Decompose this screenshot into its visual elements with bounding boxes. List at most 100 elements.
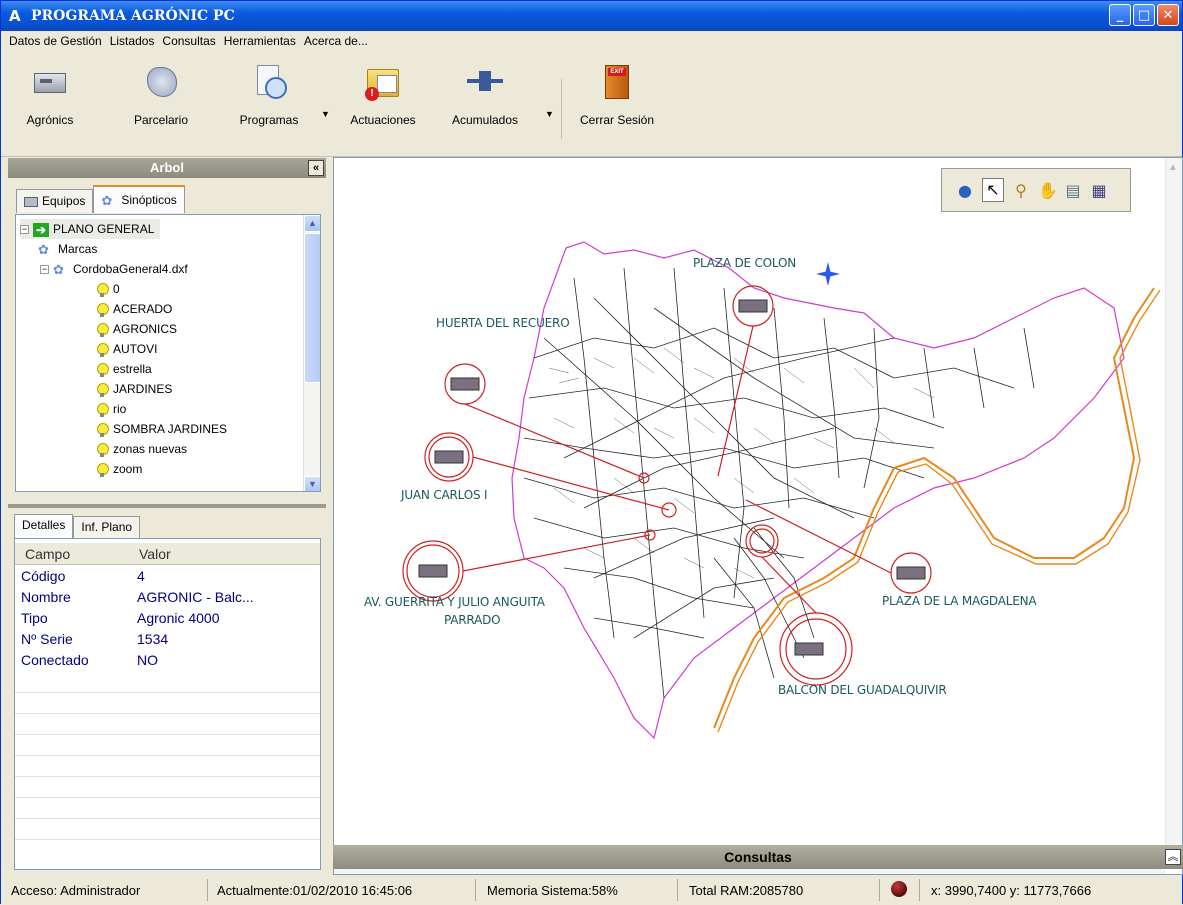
map-label-parrado: PARRADO — [444, 613, 501, 627]
consultas-bar[interactable]: Consultas ︽ — [333, 845, 1183, 869]
grid-row[interactable]: Nombre AGRONIC - Balc... — [15, 587, 320, 608]
layer-label: AGRONICS — [113, 322, 178, 336]
tree-layer[interactable]: estrella — [96, 359, 152, 379]
tree-node-plano-general[interactable]: − ➔ PLANO GENERAL — [20, 219, 161, 239]
acumulados-dropdown-icon[interactable]: ▼ — [545, 109, 554, 119]
status-acceso: Acceso: Administrador — [11, 883, 141, 898]
bulb-icon — [96, 342, 109, 357]
tree-node-label: CordobaGeneral4.dxf — [73, 262, 188, 276]
clock-document-icon — [251, 65, 287, 101]
layer-label: SOMBRA JARDINES — [113, 422, 228, 436]
tree-tabs: Equipos ✿ Sinópticos — [16, 185, 185, 213]
status-divider — [207, 879, 208, 901]
bulb-icon — [96, 422, 109, 437]
zoom-icon[interactable]: ⚲ — [1012, 181, 1030, 200]
scroll-thumb[interactable] — [304, 233, 320, 383]
details-tabs: Detalles Inf. Plano — [14, 514, 141, 538]
compass-rose-icon — [816, 262, 840, 286]
acumulados-button[interactable]: Acumulados — [443, 65, 527, 145]
close-button[interactable]: ✕ — [1157, 4, 1179, 26]
tree-layer[interactable]: zoom — [96, 459, 142, 479]
panel-splitter[interactable] — [8, 504, 326, 508]
grid-row[interactable]: Código 4 — [15, 566, 320, 587]
grid-campo: Nombre — [21, 589, 71, 605]
menu-herramientas[interactable]: Herramientas — [220, 34, 300, 48]
map-label-juan-carlos: JUAN CARLOS I — [401, 488, 488, 502]
acumulados-label: Acumulados — [451, 113, 519, 127]
map-viewer[interactable]: PLAZA DE COLON HUERTA DEL RECUERO JUAN C… — [333, 157, 1183, 875]
menu-consultas[interactable]: Consultas — [158, 34, 219, 48]
tree-layer[interactable]: AUTOVI — [96, 339, 157, 359]
tree-layer[interactable]: zonas nuevas — [96, 439, 187, 459]
tree-layer[interactable]: rio — [96, 399, 126, 419]
programas-dropdown-icon[interactable]: ▼ — [321, 109, 330, 119]
tree-node-label: Marcas — [58, 242, 98, 256]
grid-line — [15, 734, 320, 735]
tree-layer[interactable]: 0 — [96, 279, 120, 299]
layer-label: ACERADO — [113, 302, 173, 316]
scroll-down-icon[interactable]: ▼ — [304, 476, 320, 491]
details-grid: Campo Valor Código 4 Nombre AGRONIC - Balc… — [14, 538, 321, 870]
grid-campo: Tipo — [21, 610, 48, 626]
tab-equipos[interactable]: Equipos — [16, 189, 94, 213]
expand-consultas-button[interactable]: ︽ — [1165, 849, 1181, 865]
grid-valor: NO — [137, 652, 158, 668]
tree-scrollbar[interactable]: ▲ ▼ — [303, 215, 320, 491]
parcelario-button[interactable]: Parcelario — [125, 65, 197, 145]
scroll-up-icon[interactable]: ▲ — [1168, 162, 1178, 173]
tab-sinopticos[interactable]: ✿ Sinópticos — [93, 185, 185, 213]
grid-row[interactable]: Tipo Agronic 4000 — [15, 608, 320, 629]
tree-view[interactable]: − ➔ PLANO GENERAL ✿ Marcas − ✿ CordobaGeneral… — [15, 214, 321, 492]
tree-layer[interactable]: JARDINES — [96, 379, 172, 399]
agronics-label: Agrónics — [26, 113, 74, 127]
map-vscrollbar[interactable]: ▲ ▼ — [1165, 158, 1182, 858]
layer-label: AUTOVI — [113, 342, 158, 356]
grid-valor: 1534 — [137, 631, 169, 647]
tree-node-file[interactable]: − ✿ CordobaGeneral4.dxf — [40, 259, 188, 279]
programas-button[interactable]: Programas — [229, 65, 309, 145]
scroll-up-icon[interactable]: ▲ — [304, 215, 320, 232]
bulb-icon — [96, 302, 109, 317]
actuaciones-button[interactable]: ! Actuaciones — [341, 65, 425, 145]
status-divider — [475, 879, 476, 901]
grid-row[interactable]: Conectado NO — [15, 650, 320, 671]
grid-icon[interactable]: ▦ — [1090, 181, 1108, 200]
collapse-panel-button[interactable]: « — [308, 160, 324, 176]
consultas-title: Consultas — [724, 849, 792, 865]
menu-listados[interactable]: Listados — [106, 34, 159, 48]
grid-campo: Nº Serie — [21, 631, 73, 647]
map-label-balcon: BALCON DEL GUADALQUIVIR — [778, 683, 947, 697]
map-label-guerrita: AV. GUERRITA Y JULIO ANGUITA — [364, 595, 545, 609]
arbol-header: Arbol « — [8, 158, 326, 178]
tab-inf-plano[interactable]: Inf. Plano — [73, 516, 141, 538]
tab-detalles[interactable]: Detalles — [14, 514, 74, 538]
grid-valor: Agronic 4000 — [137, 610, 220, 626]
grid-header-campo: Campo — [25, 546, 71, 562]
globe-icon[interactable]: ● — [956, 181, 974, 200]
maximize-button[interactable]: □ — [1133, 4, 1155, 26]
menu-acerca-de[interactable]: Acerca de... — [300, 34, 372, 48]
tree-layer[interactable]: SOMBRA JARDINES — [96, 419, 227, 439]
valve-icon — [467, 65, 503, 101]
map-label-magdalena: PLAZA DE LA MAGDALENA — [882, 594, 1037, 608]
tree-node-label: PLANO GENERAL — [53, 222, 155, 236]
grid-row[interactable]: Nº Serie 1534 — [15, 629, 320, 650]
agronics-button[interactable]: Agrónics — [15, 65, 85, 145]
tree-layer[interactable]: ACERADO — [96, 299, 172, 319]
menu-datos-gestion[interactable]: Datos de Gestión — [5, 34, 106, 48]
tree-layer[interactable]: AGRONICS — [96, 319, 177, 339]
collapse-icon[interactable]: − — [40, 265, 49, 275]
tree-node-marcas[interactable]: ✿ Marcas — [38, 239, 97, 259]
tab-equipos-label: Equipos — [42, 194, 86, 208]
status-fecha: Actualmente:01/02/2010 16:45:06 — [217, 883, 413, 898]
layer-label: rio — [113, 402, 127, 416]
sinopticos-icon: ✿ — [101, 192, 113, 208]
pointer-icon[interactable]: ↖ — [982, 178, 1004, 202]
layers-icon[interactable]: ▤ — [1064, 181, 1082, 200]
collapse-icon[interactable]: − — [20, 225, 29, 235]
minimize-button[interactable]: _ — [1109, 4, 1131, 26]
map-label-plaza-colon: PLAZA DE COLON — [693, 256, 796, 270]
title-bar[interactable]: A PROGRAMA AGRÓNIC PC _ □ ✕ — [1, 1, 1182, 31]
cerrar-sesion-button[interactable]: EXIT Cerrar Sesión — [569, 65, 665, 145]
pan-hand-icon[interactable]: ✋ — [1038, 181, 1058, 200]
